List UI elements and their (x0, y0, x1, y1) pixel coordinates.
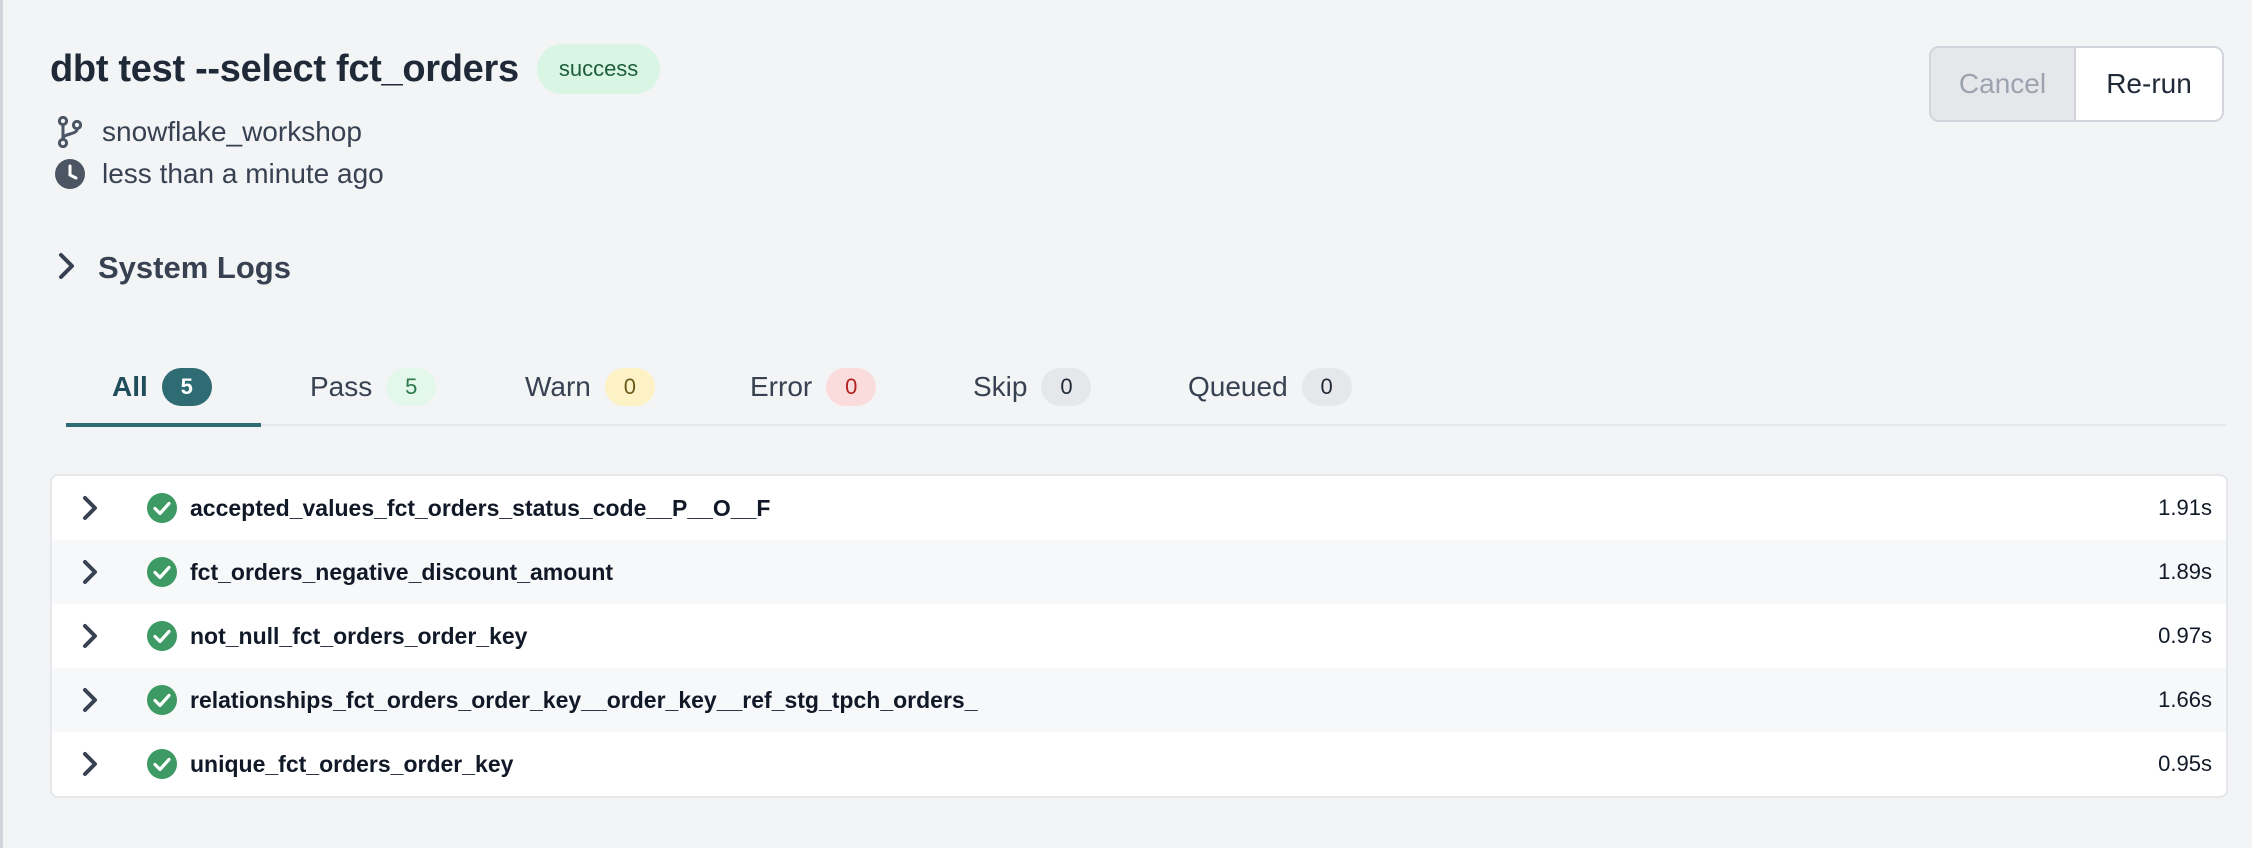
run-header: dbt test --select fct_orders success (50, 44, 661, 94)
tab-label: Skip (973, 371, 1028, 402)
table-row[interactable]: relationships_fct_orders_order_key__orde… (52, 668, 2226, 732)
chevron-right-icon[interactable] (76, 686, 104, 714)
tab-pass[interactable]: Pass 5 (310, 350, 437, 424)
check-circle-icon (146, 684, 178, 716)
run-actions: Cancel Re-run (1929, 46, 2224, 122)
page-title: dbt test --select fct_orders (50, 47, 519, 90)
chevron-right-icon[interactable] (76, 494, 104, 522)
test-duration: 0.95s (2158, 751, 2212, 776)
rerun-button[interactable]: Re-run (2076, 48, 2222, 120)
status-badge: success (536, 44, 661, 94)
check-circle-icon (146, 492, 178, 524)
clock-icon (54, 158, 86, 190)
table-row[interactable]: unique_fct_orders_order_key 0.95s (52, 732, 2226, 796)
branch-name: snowflake_workshop (102, 116, 362, 147)
table-row[interactable]: not_null_fct_orders_order_key 0.97s (52, 604, 2226, 668)
test-duration: 1.89s (2158, 559, 2212, 584)
tab-error[interactable]: Error 0 (750, 350, 877, 424)
table-row[interactable]: fct_orders_negative_discount_amount 1.89… (52, 540, 2226, 604)
tab-count: 0 (604, 368, 655, 406)
cancel-button[interactable]: Cancel (1931, 48, 2076, 120)
tab-count: 5 (386, 368, 437, 406)
test-duration: 1.66s (2158, 687, 2212, 712)
check-circle-icon (146, 748, 178, 780)
check-circle-icon (146, 620, 178, 652)
active-tab-indicator (66, 423, 261, 427)
tab-label: Warn (525, 371, 591, 402)
tab-label: Error (750, 371, 813, 402)
tab-label: Queued (1188, 371, 1288, 402)
chevron-right-icon[interactable] (76, 558, 104, 586)
tab-queued[interactable]: Queued 0 (1188, 350, 1352, 424)
table-row[interactable]: accepted_values_fct_orders_status_code__… (52, 476, 2226, 540)
system-logs-label: System Logs (98, 250, 291, 285)
chevron-right-icon (56, 251, 78, 286)
system-logs-toggle[interactable]: System Logs (56, 250, 291, 286)
test-name: relationships_fct_orders_order_key__orde… (190, 686, 978, 713)
time-ago: less than a minute ago (102, 158, 384, 189)
tab-all[interactable]: All 5 (66, 350, 261, 427)
tab-skip[interactable]: Skip 0 (973, 350, 1092, 424)
tab-count: 5 (161, 368, 212, 406)
test-duration: 1.91s (2158, 495, 2212, 520)
test-name: fct_orders_negative_discount_amount (190, 558, 614, 585)
tab-count: 0 (1041, 368, 1092, 406)
tab-label: Pass (310, 371, 373, 402)
test-duration: 0.97s (2158, 623, 2212, 648)
test-name: unique_fct_orders_order_key (190, 750, 514, 777)
left-divider (0, 0, 3, 848)
tab-label: All (112, 371, 148, 402)
result-filter-tabs: All 5 Pass 5 Warn 0 Error 0 Skip 0 Queue… (66, 350, 2226, 427)
test-name: not_null_fct_orders_order_key (190, 622, 528, 649)
chevron-right-icon[interactable] (76, 750, 104, 778)
test-results-list: accepted_values_fct_orders_status_code__… (50, 474, 2228, 798)
check-circle-icon (146, 556, 178, 588)
test-name: accepted_values_fct_orders_status_code__… (190, 494, 771, 521)
tab-count: 0 (1301, 368, 1352, 406)
chevron-right-icon[interactable] (76, 622, 104, 650)
run-time-info: less than a minute ago (54, 158, 384, 190)
tab-warn[interactable]: Warn 0 (525, 350, 655, 424)
tab-count: 0 (826, 368, 877, 406)
git-branch-icon (54, 116, 86, 148)
branch-info: snowflake_workshop (54, 116, 362, 148)
